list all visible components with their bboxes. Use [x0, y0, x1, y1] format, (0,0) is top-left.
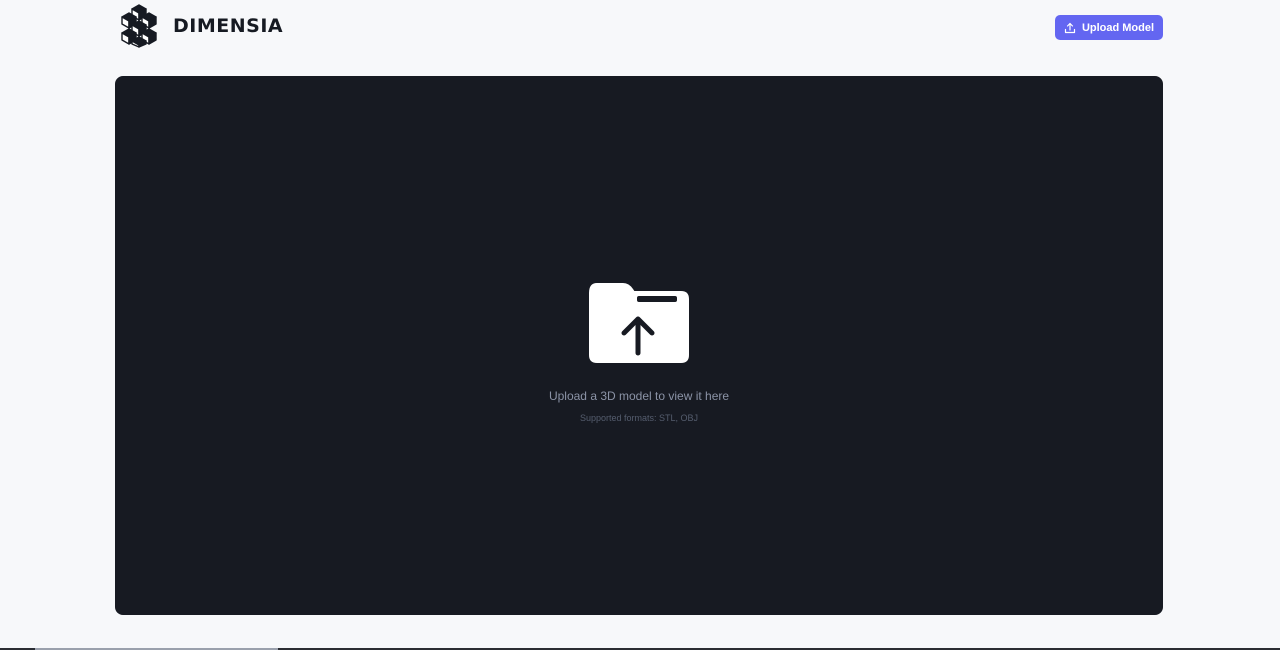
- empty-state-title: Upload a 3D model to view it here: [548, 389, 730, 403]
- header: DIMENSIA Upload Model: [115, 0, 1163, 56]
- upload-model-label: Upload Model: [1081, 21, 1155, 34]
- logo[interactable]: DIMENSIA: [118, 4, 283, 48]
- app-name: DIMENSIA: [173, 15, 284, 37]
- supported-formats-text: Supported formats: STL, OBJ: [579, 413, 699, 423]
- model-viewer[interactable]: Upload a 3D model to view it here Suppor…: [115, 76, 1163, 615]
- upload-model-button[interactable]: Upload Model: [1055, 15, 1163, 40]
- cube-cluster-logo-icon: [121, 4, 157, 48]
- upload-icon: [1064, 22, 1076, 33]
- folder-upload-icon: [589, 283, 689, 363]
- empty-state: Upload a 3D model to view it here Suppor…: [115, 283, 1163, 424]
- page: DIMENSIA Upload Model Upload a 3D model …: [0, 0, 1280, 650]
